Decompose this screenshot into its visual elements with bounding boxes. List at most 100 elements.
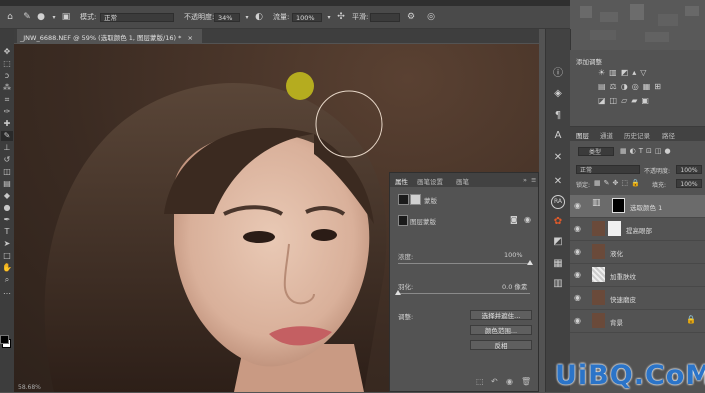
zoom-status[interactable]: 58.68%	[18, 384, 41, 391]
airbrush-icon[interactable]: ✣	[335, 11, 347, 23]
dodge-tool-icon[interactable]: ●	[1, 203, 13, 213]
panel-collapse-icon[interactable]: »	[523, 176, 527, 184]
adjustment-icons-row-2[interactable]: ▤⚖◑◎▦⊞	[598, 82, 665, 91]
pressure-opacity-icon[interactable]: ◐	[253, 11, 265, 23]
layer-row-texture[interactable]: ◉ 加重肤纹	[570, 264, 705, 287]
properties-tab-bar: 属性 画笔设置 画笔 » ≡	[390, 173, 538, 187]
layer-row-brighten-eyes[interactable]: ◉ 提高眼部	[570, 218, 705, 241]
healing-brush-icon[interactable]: ✚	[1, 119, 13, 129]
flow-dropdown-icon[interactable]: ▾	[325, 11, 333, 23]
more-tools-icon[interactable]: …	[1, 287, 13, 297]
character-icon[interactable]: A	[550, 129, 566, 143]
tab-brush-settings[interactable]: 画笔设置	[417, 176, 443, 186]
layer-filter-select[interactable]: 类型	[578, 147, 614, 156]
layer-opacity-input[interactable]: 100%	[676, 165, 702, 174]
tab-brushes[interactable]: 画笔	[456, 176, 469, 186]
path-select-icon[interactable]: ➤	[1, 239, 13, 249]
move-tool-icon[interactable]: ✥	[1, 47, 13, 57]
mode-select[interactable]: 正常	[100, 13, 174, 22]
swatch-icon[interactable]: ▦	[550, 257, 566, 271]
brush-size-icon[interactable]: ●	[35, 11, 47, 23]
layer-row-background[interactable]: ◉ 背景 🔒	[570, 310, 705, 333]
marquee-tool-icon[interactable]: ⬚	[1, 59, 13, 69]
crop-tool-icon[interactable]: ⌗	[1, 95, 13, 105]
feather-slider-track[interactable]	[398, 293, 530, 294]
shape-tool-icon[interactable]: □	[1, 251, 13, 261]
stamp-tool-icon[interactable]: ⊥	[1, 143, 13, 153]
paragraph-icon[interactable]: ¶	[550, 109, 566, 123]
gradient-tool-icon[interactable]: ▤	[1, 179, 13, 189]
tab-channels[interactable]: 通道	[600, 130, 613, 140]
density-value[interactable]: 100%	[504, 251, 523, 259]
blur-tool-icon[interactable]: ◆	[1, 191, 13, 201]
brush-tool-icon[interactable]: ✎	[20, 11, 34, 23]
previous-state-icon[interactable]: ↶	[491, 377, 498, 386]
clip-to-layer-icon[interactable]: ⬚	[476, 377, 484, 386]
pixel-mask-icon[interactable]	[398, 194, 409, 205]
ra-badge[interactable]: RA	[551, 195, 565, 209]
tab-properties[interactable]: 属性	[395, 176, 408, 186]
adjust-icon[interactable]: ◈	[550, 87, 566, 101]
adjustment-icons-row-3[interactable]: ◪◫▱▰▣	[598, 96, 653, 105]
pressure-size-icon[interactable]: ◎	[425, 11, 437, 23]
blend-mode-select[interactable]: 正常	[576, 165, 640, 174]
select-and-mask-button[interactable]: 选择并遮住...	[470, 310, 532, 320]
info-icon[interactable]: ⓘ	[550, 67, 566, 81]
pen-tool-icon[interactable]: ✒	[1, 215, 13, 225]
layer-filter-icons[interactable]: ▦◐T⊡◫●	[620, 147, 674, 155]
home-icon[interactable]: ⌂	[3, 11, 17, 23]
layer-row-selective-color[interactable]: ◉ ▥ 选取颜色 1	[570, 195, 705, 218]
lasso-tool-icon[interactable]: ↄ	[1, 71, 13, 81]
density-slider-handle[interactable]	[527, 260, 533, 265]
brush-settings-icon[interactable]: ▣	[60, 11, 72, 23]
chevron-down-icon[interactable]: ▾	[50, 11, 58, 23]
brush-tool-icon[interactable]: ✎	[1, 131, 13, 141]
feather-slider-handle[interactable]	[395, 290, 401, 295]
opacity-input[interactable]: 34%	[214, 13, 240, 22]
apply-mask-icon[interactable]: ◉	[524, 215, 531, 224]
hand-tool-icon[interactable]: ✋	[1, 263, 13, 273]
layer-mask-thumbnail[interactable]	[612, 198, 625, 213]
load-selection-icon[interactable]: ◙	[510, 215, 518, 224]
eye-icon[interactable]: ◉	[574, 201, 581, 210]
color-icon[interactable]: ◩	[550, 235, 566, 249]
zoom-tool-icon[interactable]: ⌕	[1, 275, 13, 285]
feather-value[interactable]: 0.0 像素	[502, 281, 527, 291]
layer-row-liquify[interactable]: ◉ 液化	[570, 241, 705, 264]
layer-row-quick-smooth[interactable]: ◉ 快速磨皮	[570, 287, 705, 310]
tools-cross2-icon[interactable]: ✕	[550, 175, 566, 189]
foreground-color-swatch[interactable]	[0, 335, 9, 344]
type-tool-icon[interactable]: T	[1, 227, 13, 237]
grid-icon[interactable]: ▥	[550, 277, 566, 291]
lock-icons[interactable]: ▦✎✥⬚🔒	[594, 179, 643, 187]
eraser-tool-icon[interactable]: ◫	[1, 167, 13, 177]
smoothing-settings-icon[interactable]: ⚙	[405, 11, 417, 23]
eyedropper-icon[interactable]: ✑	[1, 107, 13, 117]
eye-icon[interactable]: ◉	[574, 293, 581, 302]
opacity-dropdown-icon[interactable]: ▾	[243, 11, 251, 23]
layer-mask-thumbnail[interactable]	[608, 221, 621, 236]
layer-fill-input[interactable]: 100%	[676, 179, 702, 188]
eye-icon[interactable]: ◉	[574, 247, 581, 256]
color-range-button[interactable]: 颜色范围...	[470, 325, 532, 335]
invert-button[interactable]: 反相	[470, 340, 532, 350]
plugin-icon[interactable]: ✿	[550, 215, 566, 229]
eye-icon[interactable]: ◉	[574, 316, 581, 325]
eye-icon[interactable]: ◉	[574, 224, 581, 233]
tools-cross-icon[interactable]: ✕	[550, 151, 566, 165]
tab-layers[interactable]: 图层	[576, 130, 589, 140]
visibility-icon[interactable]: ◉	[506, 377, 513, 386]
flow-input[interactable]: 100%	[292, 13, 322, 22]
vector-mask-icon[interactable]	[410, 194, 421, 205]
close-tab-icon[interactable]: ×	[187, 34, 192, 42]
delete-icon[interactable]: 🗑	[521, 377, 531, 386]
panel-menu-icon[interactable]: ≡	[531, 176, 536, 184]
tab-paths[interactable]: 路径	[662, 130, 675, 140]
adjustment-icons-row-1[interactable]: ☀▥◩▴▽	[598, 68, 650, 77]
history-brush-icon[interactable]: ↺	[1, 155, 13, 165]
eye-icon[interactable]: ◉	[574, 270, 581, 279]
density-slider-track[interactable]	[398, 263, 530, 264]
quick-select-icon[interactable]: ⁂	[1, 83, 13, 93]
smoothing-input[interactable]	[370, 13, 400, 22]
tab-history[interactable]: 历史记录	[624, 130, 650, 140]
